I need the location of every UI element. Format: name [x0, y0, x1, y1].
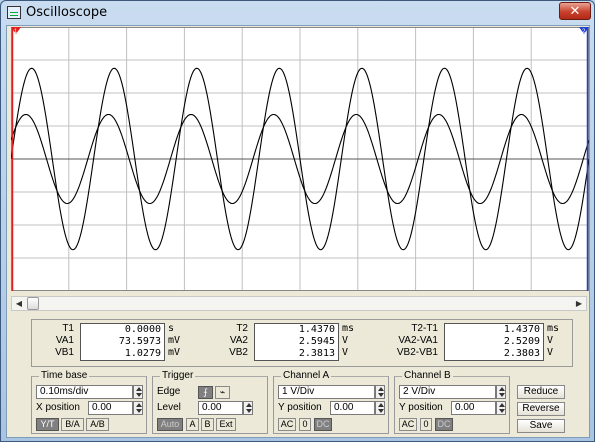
channel-a-zero-button[interactable]: 0: [299, 418, 311, 431]
timebase-value-field[interactable]: 0.10ms/div: [36, 385, 133, 399]
level-spinner[interactable]: [243, 401, 253, 415]
label-va1: VA1: [55, 335, 74, 346]
channel-a-panel: Channel A 1 V/Div Y position 0.00 AC 0 D…: [273, 370, 389, 434]
trigger-panel: Trigger Edge ⨍ ⌁ Level 0.00 Auto A B Ext: [152, 370, 268, 434]
trigger-title: Trigger: [160, 370, 196, 382]
label-va2: VA2: [229, 335, 248, 346]
readout-values: 0.0000 73.5973 1.0279: [80, 323, 165, 361]
title-bar[interactable]: Oscilloscope ✕: [1, 1, 594, 25]
unit-t2-t1: ms: [547, 323, 560, 334]
unit-vb1: mV: [168, 347, 181, 358]
xpos-label: X position: [36, 402, 80, 413]
readout-labels: T2-T1 VA2-VA1 VB2-VB1: [388, 323, 438, 359]
value-t2-t1: 1.4370: [503, 324, 540, 335]
rising-edge-icon[interactable]: ⨍: [198, 386, 213, 399]
unit-vb2: V: [342, 347, 349, 358]
oscilloscope-window: Oscilloscope ✕ 12 ◀ ▶ T1 VA1 VB1 0.0000 …: [0, 0, 595, 442]
xpos-spinner[interactable]: [133, 401, 143, 415]
unit-vb2-vb1: V: [547, 347, 554, 358]
readout-units: s mV mV: [168, 323, 190, 359]
trigger-b-button[interactable]: B: [201, 418, 214, 431]
channel-b-ypos-label: Y position: [399, 402, 443, 413]
unit-va1: mV: [168, 335, 181, 346]
readout-labels: T2 VA2 VB2: [208, 323, 248, 359]
reverse-button[interactable]: Reverse: [517, 402, 565, 416]
channel-b-ac-button[interactable]: AC: [399, 418, 417, 431]
scope-screen[interactable]: 12: [11, 27, 589, 291]
close-button[interactable]: ✕: [559, 2, 591, 20]
readout-units: ms V V: [547, 323, 569, 359]
trigger-auto-button[interactable]: Auto: [157, 418, 183, 431]
cursor-readout: T1 VA1 VB1 0.0000 73.5973 1.0279 s mV mV: [31, 319, 573, 367]
timebase-panel: Time base 0.10ms/div X position 0.00 Y/T…: [31, 370, 147, 434]
readout-labels: T1 VA1 VB1: [34, 323, 74, 359]
channel-b-scale-spinner[interactable]: [496, 385, 506, 399]
channel-a-scale-spinner[interactable]: [375, 385, 385, 399]
channel-a-ypos-spinner[interactable]: [375, 401, 385, 415]
value-vb2-vb1: 2.3803: [503, 348, 540, 359]
trigger-ext-button[interactable]: Ext: [216, 418, 236, 431]
scope-display: 12: [11, 27, 589, 291]
value-va2: 2.5945: [298, 336, 335, 347]
save-button[interactable]: Save: [517, 419, 565, 433]
value-vb2: 2.3813: [298, 348, 335, 359]
label-t2: T2: [236, 323, 248, 334]
scroll-thumb[interactable]: [27, 297, 39, 310]
channel-a-ypos-label: Y position: [278, 402, 322, 413]
channel-b-title: Channel B: [402, 370, 453, 382]
readout-values: 1.4370 2.5209 2.3803: [444, 323, 544, 361]
channel-b-ypos-field[interactable]: 0.00: [451, 401, 496, 415]
unit-t2: ms: [342, 323, 355, 334]
label-vb2-vb1: VB2-VB1: [396, 347, 438, 358]
trigger-a-button[interactable]: A: [186, 418, 199, 431]
ab-mode-button[interactable]: A/B: [86, 418, 109, 431]
timebase-title: Time base: [39, 370, 90, 382]
value-t2: 1.4370: [298, 324, 335, 335]
value-vb1: 1.0279: [124, 348, 161, 359]
unit-va2-va1: V: [547, 335, 554, 346]
channel-a-ypos-field[interactable]: 0.00: [330, 401, 375, 415]
unit-t1: s: [168, 323, 175, 334]
channel-b-zero-button[interactable]: 0: [420, 418, 432, 431]
label-vb2: VB2: [229, 347, 248, 358]
readout-units: ms V V: [342, 323, 364, 359]
channel-a-ac-button[interactable]: AC: [278, 418, 296, 431]
level-field[interactable]: 0.00: [198, 401, 243, 415]
window-title: Oscilloscope: [26, 5, 108, 20]
channel-b-ypos-spinner[interactable]: [496, 401, 506, 415]
ba-mode-button[interactable]: B/A: [61, 418, 84, 431]
oscilloscope-app-icon: [7, 6, 21, 19]
level-label: Level: [157, 402, 181, 413]
label-t2-t1: T2-T1: [411, 323, 438, 334]
falling-edge-icon[interactable]: ⌁: [215, 386, 230, 399]
channel-a-scale-field[interactable]: 1 V/Div: [278, 385, 375, 399]
horizontal-scrollbar[interactable]: ◀ ▶: [11, 296, 587, 311]
label-vb1: VB1: [55, 347, 74, 358]
value-t1: 0.0000: [124, 324, 161, 335]
readout-values: 1.4370 2.5945 2.3813: [254, 323, 339, 361]
yt-mode-button[interactable]: Y/T: [36, 418, 59, 431]
timebase-spinner[interactable]: [133, 385, 143, 399]
client-area: 12 ◀ ▶ T1 VA1 VB1 0.0000 73.5973 1.0279: [6, 25, 590, 438]
channel-a-title: Channel A: [281, 370, 332, 382]
scroll-right-arrow-icon[interactable]: ▶: [572, 297, 586, 310]
channel-b-dc-button[interactable]: DC: [435, 418, 453, 431]
value-va2-va1: 2.5209: [503, 336, 540, 347]
channel-a-dc-button[interactable]: DC: [314, 418, 332, 431]
edge-label: Edge: [157, 386, 181, 397]
scroll-left-arrow-icon[interactable]: ◀: [12, 297, 26, 310]
unit-va2: V: [342, 335, 349, 346]
reduce-button[interactable]: Reduce: [517, 385, 565, 399]
label-t1: T1: [62, 323, 74, 334]
channel-b-panel: Channel B 2 V/Div Y position 0.00 AC 0 D…: [394, 370, 510, 434]
xpos-field[interactable]: 0.00: [88, 401, 133, 415]
channel-b-scale-field[interactable]: 2 V/Div: [399, 385, 496, 399]
label-va2-va1: VA2-VA1: [398, 335, 438, 346]
value-va1: 73.5973: [118, 336, 161, 347]
